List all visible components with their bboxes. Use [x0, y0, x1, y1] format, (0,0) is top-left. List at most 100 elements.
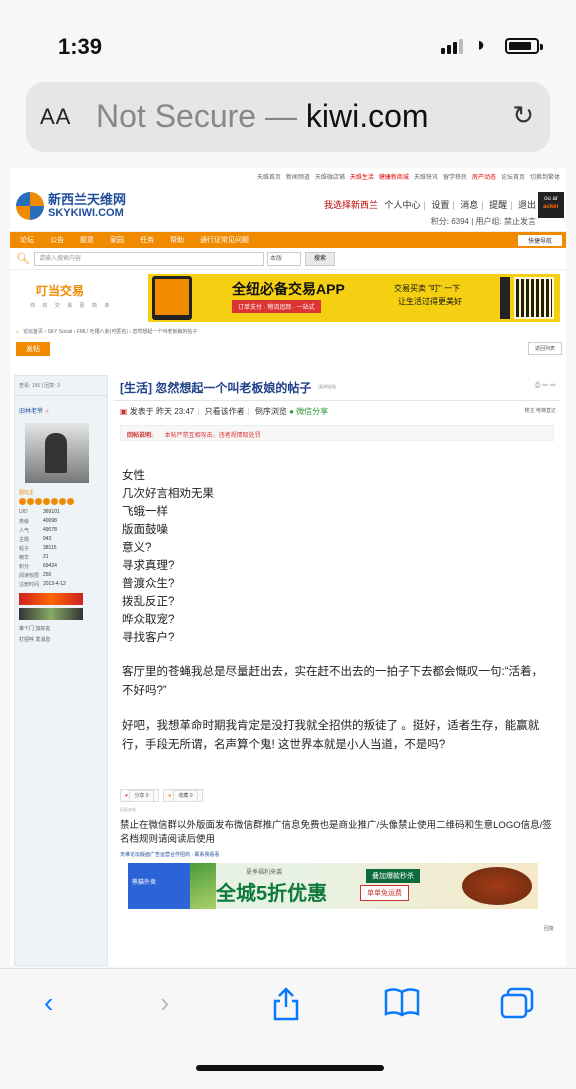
food-ad-small: 夏季福利来袭	[246, 870, 283, 876]
ad-subline: 订单支付 · 物流追踪 · 一站式	[232, 300, 321, 313]
user-nav: 我选择新西兰 个人中心 | 设置 | 消息 | 提醒 | 退出	[323, 200, 536, 210]
profile-row: 注册时间 2013-4-12	[19, 581, 103, 590]
profile-key: 主题	[19, 537, 30, 543]
home-indicator	[196, 1065, 384, 1071]
profile-key: UID	[19, 509, 28, 515]
top-link[interactable]: 天维首页	[257, 175, 281, 181]
search-input[interactable]: 请输入搜索内容	[33, 251, 264, 266]
messages-link[interactable]: 消息	[460, 200, 478, 210]
profile-value: 943	[43, 536, 52, 542]
nav-item-announcements[interactable]: 公告	[50, 235, 64, 245]
floor-jump[interactable]: 楼主 电梯直达	[525, 407, 556, 414]
quick-nav-button[interactable]: 快捷导航	[517, 234, 562, 246]
tabs-icon[interactable]	[500, 987, 534, 1026]
post-paragraph-1: 客厅里的苍蝇我总是尽量赶出去，实在赶不出去的一拍子下去都会慨叹一句:“活着，不好…	[122, 666, 544, 697]
author-profile-table: UID 369101 类级 40098 人气 49078 主题 943 帖子 38115 精华 21 积…	[15, 509, 107, 590]
profile-value: 2013-4-12	[43, 581, 66, 587]
author-links-1[interactable]: 串个门 加好友	[15, 623, 107, 634]
breadcrumb-text[interactable]: 论坛首页 › SKY Social › FML! 吐槽八卦(可匿名) › 忽然想…	[23, 329, 197, 335]
qr-tag	[500, 277, 510, 319]
back-icon[interactable]: ‹	[44, 987, 53, 1019]
nav-item-help[interactable]: 帮助	[170, 235, 184, 245]
reminders-link[interactable]: 提醒	[489, 200, 507, 210]
new-post-button[interactable]: 发帖	[16, 342, 50, 356]
food-ad-banner[interactable]: 熊猫外卖 夏季福利来袭 全城5折优惠 叠加爆款秒杀 单单免运费	[128, 863, 538, 909]
reply-link[interactable]: 回复	[544, 925, 554, 932]
post-line: 拨乱反正?	[122, 596, 175, 608]
author-name-text[interactable]: 旧林老爷	[19, 409, 43, 415]
author-avatar[interactable]	[25, 423, 89, 483]
wechat-share-link[interactable]: ● 微信分享	[289, 407, 328, 416]
food-ad-brand: 熊猫外卖	[128, 863, 190, 909]
search-button[interactable]: 搜索	[304, 251, 335, 266]
only-author-link[interactable]: 只看该作者	[205, 407, 245, 416]
profile-row: 积分 69424	[19, 563, 103, 572]
medal-badge	[19, 593, 83, 605]
author-links-2[interactable]: 打招呼 发消息	[15, 634, 107, 645]
region-pick-link[interactable]: 我选择新西兰	[324, 200, 378, 210]
ad-slogan: 你 的 交 易 更 简 单	[30, 303, 113, 309]
nav-item-home[interactable]: 家园	[110, 235, 124, 245]
back-to-list-button[interactable]: 返回列表	[527, 342, 562, 355]
food-ad-headline: 全城5折优惠	[216, 883, 328, 905]
wechat-share-label[interactable]: 微信分享	[296, 407, 328, 416]
search-scope-select[interactable]: 本版	[266, 251, 301, 266]
profile-row: 人气 49078	[19, 527, 103, 536]
reader-settings-button[interactable]: AA	[40, 104, 71, 130]
calendar-icon: ▣	[120, 407, 128, 416]
post-line: 女性	[122, 470, 145, 482]
top-link[interactable]: 留学移民	[443, 175, 467, 181]
profile-value: 250	[43, 572, 52, 578]
ad-contact-link[interactable]: 天维论坛版面广告运营合作招商 · 联系我看看	[120, 851, 219, 858]
forum-disclaimer: 禁止在微信群以外版面发布微信群推广信息免费也是商业推广/头像禁止使用二维码和生意…	[120, 820, 552, 845]
rank-stars	[15, 498, 107, 509]
top-link[interactable]: 新闻频道	[286, 175, 310, 181]
user-avatar[interactable]: ou ar acker	[538, 192, 564, 218]
forward-icon[interactable]: ›	[160, 987, 169, 1019]
top-link[interactable]: 天维生活	[350, 175, 374, 181]
logout-link[interactable]: 退出	[518, 200, 536, 210]
nav-item-faq[interactable]: 通行证常见问题	[200, 235, 249, 245]
user-center-link[interactable]: 个人中心	[384, 200, 420, 210]
post-lines: 女性 几次好言相劝无果 飞蛾一样 版面鼓噪 意义? 寻求真理? 普渡众生? 拨乱反正? 哗众取宠…	[122, 467, 552, 647]
profile-value: 21	[43, 554, 49, 560]
ad-main-block: 全纽必备交易APP 订单支付 · 物流追踪 · 一站式 交易买卖 "叮" 一下 …	[148, 274, 560, 322]
url-field[interactable]: Not Secure — kiwi.com	[96, 98, 429, 135]
food-ad-tag-1: 叠加爆款秒杀	[366, 869, 420, 883]
profile-row: 主题 943	[19, 536, 103, 545]
share-icon[interactable]	[272, 987, 300, 1028]
top-link[interactable]: 切换到繁体	[530, 175, 560, 181]
settings-link[interactable]: 设置	[431, 200, 449, 210]
top-link[interactable]: 健康新商城	[379, 175, 409, 181]
share-button[interactable]: ♥ 分享 0	[120, 789, 159, 802]
print-prev-next-icons[interactable]: ⎙ ⇦ ⇨	[535, 381, 556, 390]
qr-code-image	[514, 277, 554, 319]
ad-banner[interactable]: 叮当交易 你 的 交 易 更 简 单 全纽必备交易APP 订单支付 · 物流追踪…	[10, 274, 566, 322]
top-link[interactable]: 天维微店铺	[315, 175, 345, 181]
top-link[interactable]: 房产动态	[472, 175, 496, 181]
site-logo[interactable]: 新西兰天维网 SKYKIWI.COM	[16, 192, 126, 220]
share-count: 分享 0	[129, 790, 154, 802]
search-icon: 🔍︎	[16, 253, 30, 265]
nav-item-forum[interactable]: 论坛	[20, 235, 34, 245]
copy-link[interactable]: [复制链接]	[318, 384, 336, 390]
reload-icon[interactable]: ↻	[512, 100, 534, 131]
book-icon[interactable]	[384, 987, 420, 1024]
nav-item-tasks[interactable]: 任务	[140, 235, 154, 245]
ad-headline: 全纽必备交易APP	[232, 281, 345, 297]
reverse-order-link[interactable]: 倒序浏览	[255, 407, 287, 416]
address-bar[interactable]: AA Not Secure — kiwi.com ↻	[26, 82, 550, 152]
medal-badge-2	[19, 608, 83, 620]
post-time: 发表于 昨天 23:47	[129, 407, 195, 416]
home-icon[interactable]: ⌂	[16, 329, 19, 335]
reply-hint: 回复本帖	[120, 807, 136, 812]
browser-toolbar: ‹ ›	[0, 968, 576, 1089]
profile-value: 38115	[43, 545, 57, 551]
author-name[interactable]: 旧林老爷 ♂	[15, 396, 107, 419]
profile-row: 类级 40098	[19, 518, 103, 527]
favorite-button[interactable]: ★ 收藏 0	[162, 789, 203, 802]
nav-item-topics[interactable]: 题意	[80, 235, 94, 245]
top-link[interactable]: 天维快讯	[414, 175, 438, 181]
user-info: 积分: 6394 | 用户组: 禁止发言	[430, 217, 536, 226]
top-link[interactable]: 论坛首页	[501, 175, 525, 181]
